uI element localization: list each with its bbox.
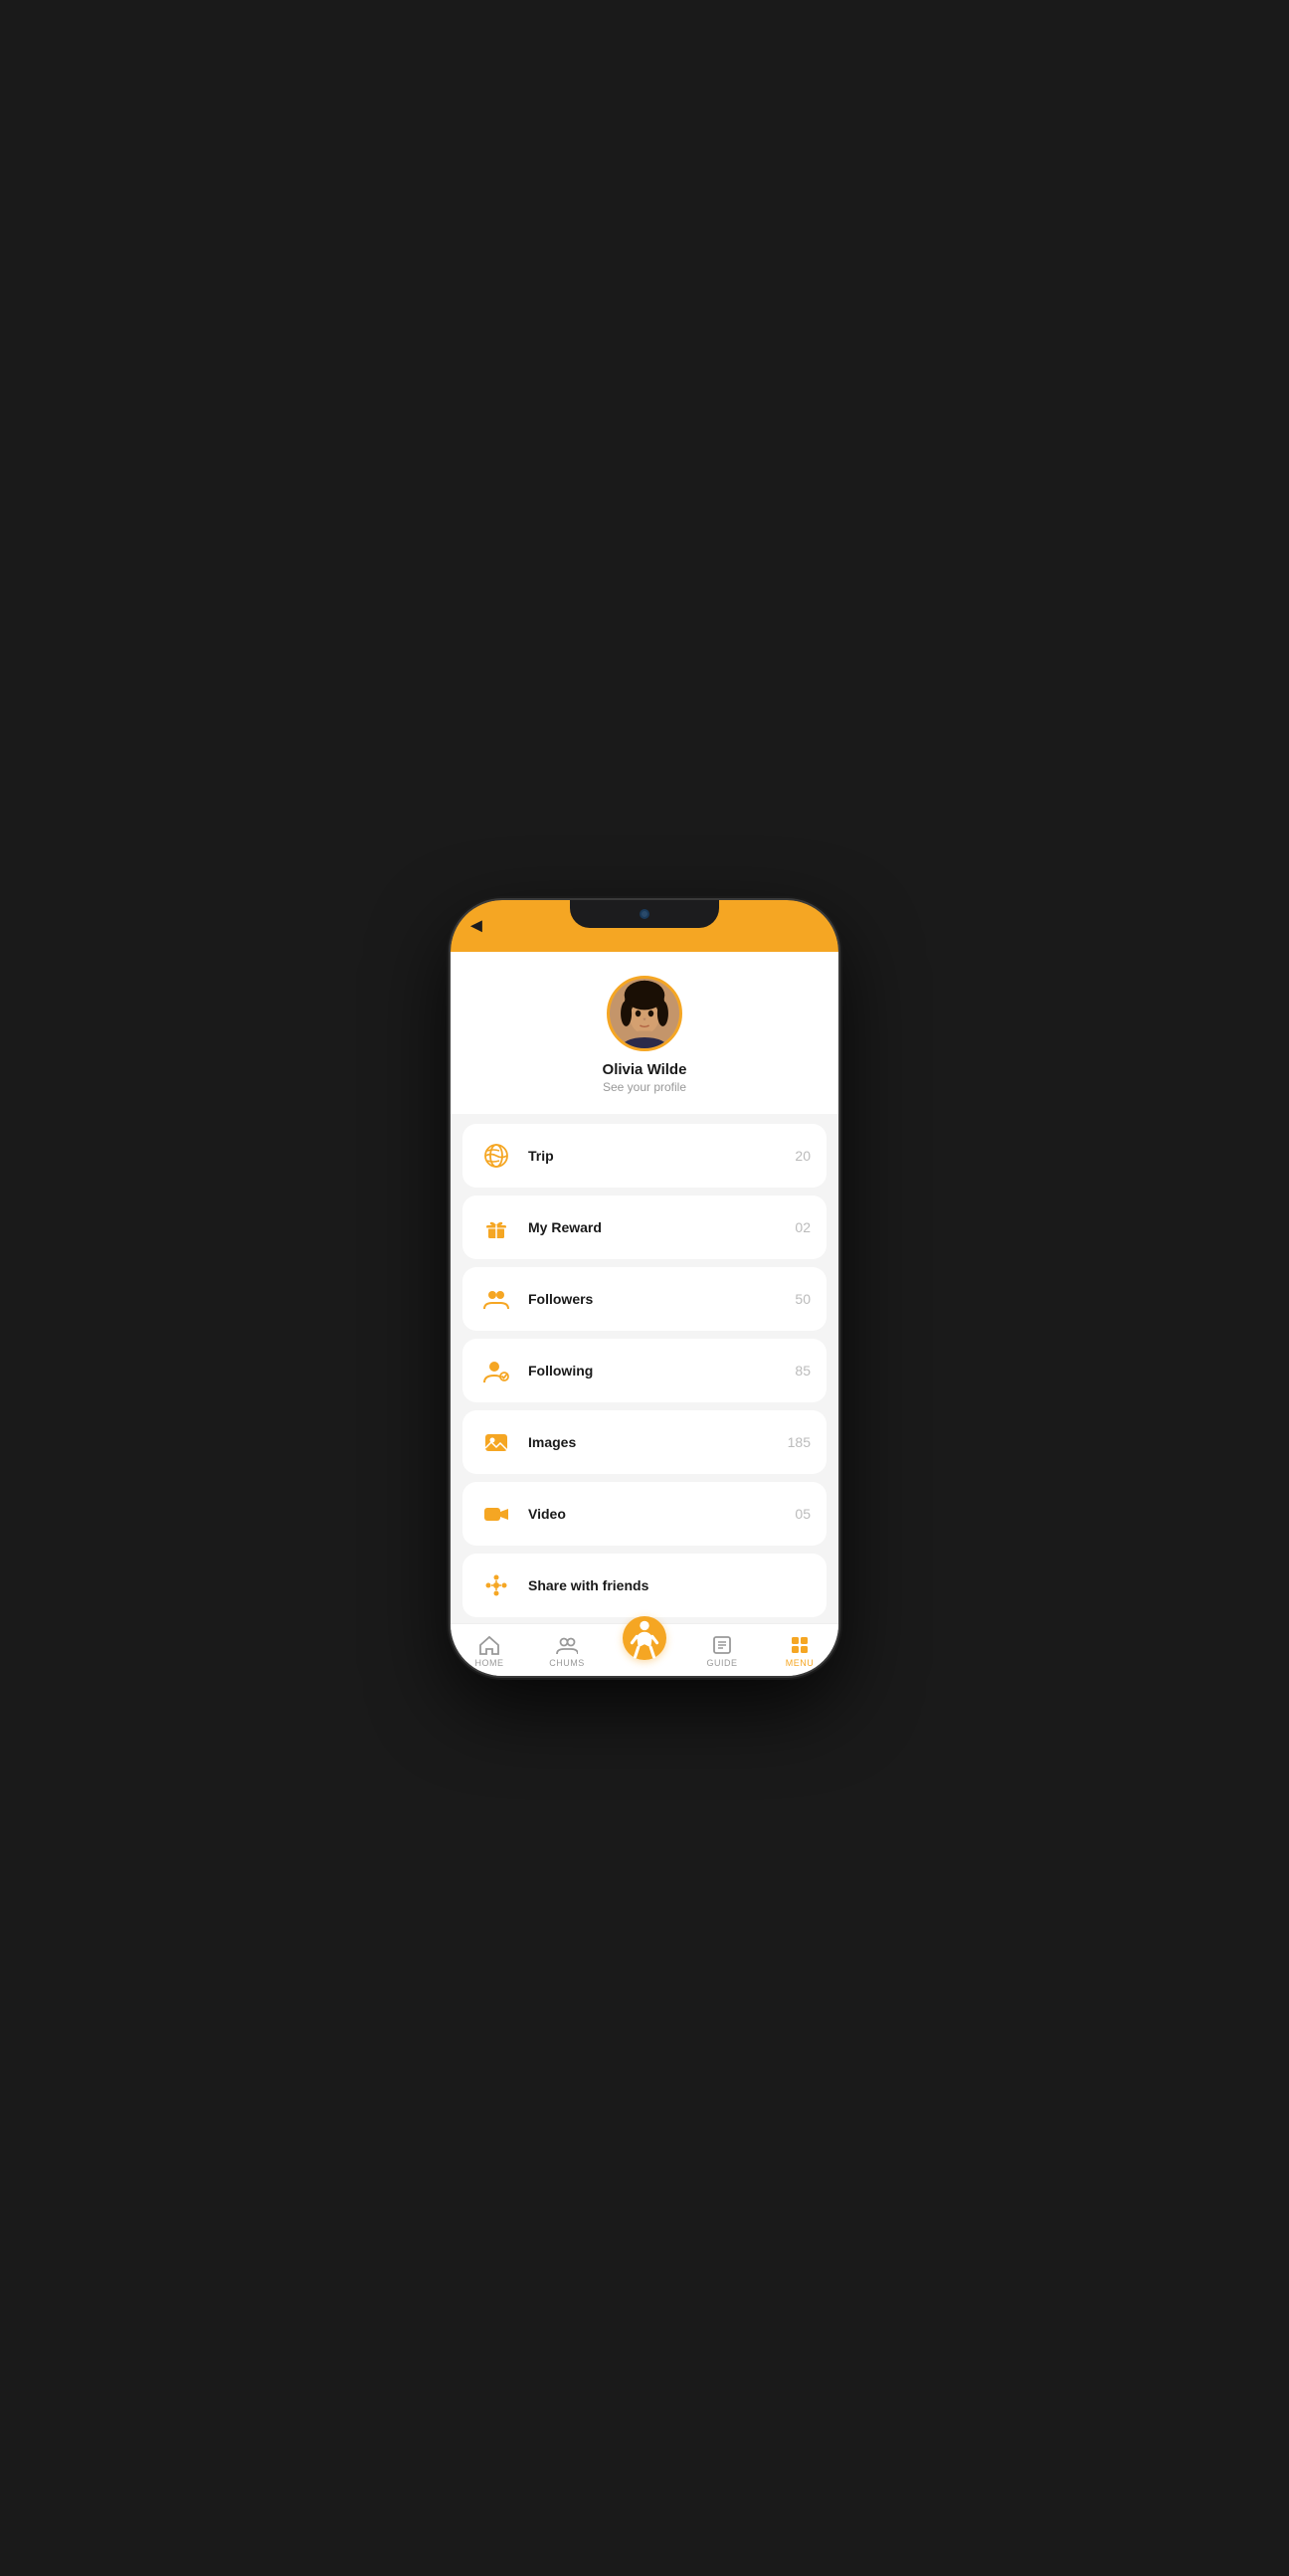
followers-icon	[478, 1281, 514, 1317]
menu-list: Trip 20 My Reward	[451, 1114, 838, 1676]
images-count: 185	[788, 1434, 811, 1450]
nav-home[interactable]: HOME	[451, 1624, 528, 1676]
nav-guide[interactable]: GUIDE	[683, 1624, 761, 1676]
status-bar: ◄	[451, 900, 838, 952]
reward-count: 02	[795, 1219, 811, 1235]
following-icon	[478, 1353, 514, 1388]
nav-home-label: HOME	[475, 1658, 504, 1668]
video-label: Video	[528, 1506, 795, 1522]
nav-menu-label: MENU	[786, 1658, 815, 1668]
following-label: Following	[528, 1363, 795, 1379]
menu-item-share[interactable]: Share with friends	[462, 1554, 827, 1617]
menu-item-images[interactable]: Images 185	[462, 1410, 827, 1474]
menu-item-trip[interactable]: Trip 20	[462, 1124, 827, 1188]
menu-item-followers[interactable]: Followers 50	[462, 1267, 827, 1331]
center-nav-icon	[623, 1616, 666, 1660]
profile-section: Olivia Wilde See your profile	[451, 952, 838, 1114]
images-label: Images	[528, 1434, 788, 1450]
nav-guide-label: GUIDE	[706, 1658, 737, 1668]
screen-content: Olivia Wilde See your profile Trip 20	[451, 952, 838, 1676]
phone-frame: ◄	[451, 900, 838, 1676]
trip-label: Trip	[528, 1148, 795, 1164]
profile-subtitle: See your profile	[603, 1080, 686, 1094]
video-count: 05	[795, 1506, 811, 1522]
share-icon	[478, 1567, 514, 1603]
image-icon	[478, 1424, 514, 1460]
front-camera	[640, 909, 649, 919]
avatar[interactable]	[607, 976, 682, 1051]
share-label: Share with friends	[528, 1577, 811, 1593]
gift-icon	[478, 1209, 514, 1245]
nav-menu[interactable]: MENU	[761, 1624, 838, 1676]
trip-count: 20	[795, 1148, 811, 1164]
profile-name: Olivia Wilde	[603, 1061, 687, 1078]
reward-label: My Reward	[528, 1219, 795, 1235]
following-count: 85	[795, 1363, 811, 1379]
globe-icon	[478, 1138, 514, 1174]
followers-count: 50	[795, 1291, 811, 1307]
menu-item-following[interactable]: Following 85	[462, 1339, 827, 1402]
back-button[interactable]: ◄	[466, 915, 486, 938]
video-icon	[478, 1496, 514, 1532]
nav-center[interactable]	[606, 1624, 683, 1676]
notch	[570, 900, 719, 928]
bottom-navigation: HOME CHUMS	[451, 1623, 838, 1676]
nav-chums[interactable]: CHUMS	[528, 1624, 606, 1676]
followers-label: Followers	[528, 1291, 795, 1307]
nav-chums-label: CHUMS	[549, 1658, 585, 1668]
menu-item-video[interactable]: Video 05	[462, 1482, 827, 1546]
menu-item-my-reward[interactable]: My Reward 02	[462, 1196, 827, 1259]
